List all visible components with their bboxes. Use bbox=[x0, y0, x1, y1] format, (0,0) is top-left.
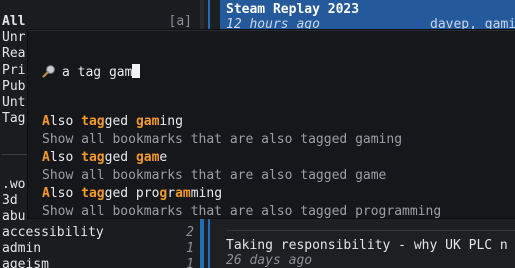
filter-label: Pub bbox=[2, 79, 26, 94]
match-highlight: A bbox=[42, 114, 50, 129]
bookmark-title: Steam Replay 2023 bbox=[226, 2, 360, 17]
tag-count: 2 bbox=[186, 225, 194, 240]
command-title: Also tagged gaming bbox=[42, 113, 502, 131]
command-results: Also tagged gaming Show all bookmarks th… bbox=[42, 113, 502, 221]
match-highlight: A bbox=[42, 150, 50, 165]
command-text: e bbox=[159, 150, 168, 165]
command-description: Show all bookmarks that are also tagged … bbox=[42, 132, 403, 147]
tag-count: 1 bbox=[186, 257, 194, 268]
command-text: ged bbox=[104, 114, 136, 129]
command-palette: a tag gam Also tagged gaming Show all bo… bbox=[28, 30, 515, 221]
match-highlight: A bbox=[42, 186, 50, 201]
match-highlight: tag bbox=[81, 114, 105, 129]
command-title: Also tagged game bbox=[42, 149, 502, 167]
command-text: ming bbox=[190, 186, 223, 201]
tag-label: accessibility bbox=[2, 225, 104, 240]
command-title: Also tagged programming bbox=[42, 185, 502, 203]
tag-label: ageism bbox=[2, 257, 49, 268]
command-text: r bbox=[167, 186, 176, 201]
bookmark-time: 26 days ago bbox=[226, 253, 313, 268]
tag-count: 1 bbox=[186, 241, 194, 256]
bookmark-card[interactable]: Taking responsibility - why UK PLC n 26 … bbox=[220, 230, 515, 268]
command-text: lso bbox=[49, 114, 82, 129]
command-text: ing bbox=[159, 114, 183, 129]
text-cursor bbox=[132, 64, 141, 78]
filter-all[interactable]: All [a] bbox=[2, 14, 198, 29]
filter-all-label: All bbox=[2, 14, 26, 29]
command-result[interactable]: Also tagged programming Show all bookmar… bbox=[42, 185, 502, 221]
bookmark-card-selected[interactable]: Steam Replay 2023 12 hours ago davep, ga… bbox=[220, 0, 515, 34]
command-description: Show all bookmarks that are also tagged … bbox=[42, 204, 442, 219]
tag-item-ageism[interactable]: ageism 1 bbox=[2, 257, 198, 268]
command-result[interactable]: Also tagged game Show all bookmarks that… bbox=[42, 149, 502, 185]
command-input[interactable]: a tag gam bbox=[42, 64, 141, 80]
match-highlight: tag bbox=[81, 150, 105, 165]
bookmark-title: Taking responsibility - why UK PLC n bbox=[226, 238, 508, 253]
command-text: lso bbox=[49, 150, 82, 165]
match-highlight: gam bbox=[135, 150, 160, 165]
tag-label: admin bbox=[2, 241, 42, 256]
filter-label: Pri bbox=[2, 63, 26, 78]
match-highlight: tag bbox=[81, 186, 105, 201]
tag-label: 3d bbox=[2, 193, 18, 208]
filter-label: Unr bbox=[2, 30, 26, 45]
tag-item-accessibility[interactable]: accessibility 2 bbox=[2, 225, 198, 240]
search-icon bbox=[42, 64, 56, 78]
card-separator bbox=[226, 230, 515, 231]
match-highlight: gam bbox=[135, 114, 160, 129]
tag-item-admin[interactable]: admin 1 bbox=[2, 241, 198, 256]
tag-label: abu bbox=[2, 209, 26, 224]
command-result[interactable]: Also tagged gaming Show all bookmarks th… bbox=[42, 113, 502, 149]
filter-label: Tag bbox=[2, 111, 26, 126]
command-description: Show all bookmarks that are also tagged … bbox=[42, 168, 387, 183]
filter-label: Rea bbox=[2, 46, 26, 61]
command-query: a tag gam bbox=[62, 65, 133, 80]
filter-all-key: [a] bbox=[168, 14, 192, 29]
tag-label: .wo bbox=[2, 177, 26, 192]
command-text: ged bbox=[104, 150, 136, 165]
match-highlight: am bbox=[175, 186, 191, 201]
filter-label: Unt bbox=[2, 95, 26, 110]
command-text: ged pro bbox=[104, 186, 160, 201]
command-text: lso bbox=[49, 186, 82, 201]
